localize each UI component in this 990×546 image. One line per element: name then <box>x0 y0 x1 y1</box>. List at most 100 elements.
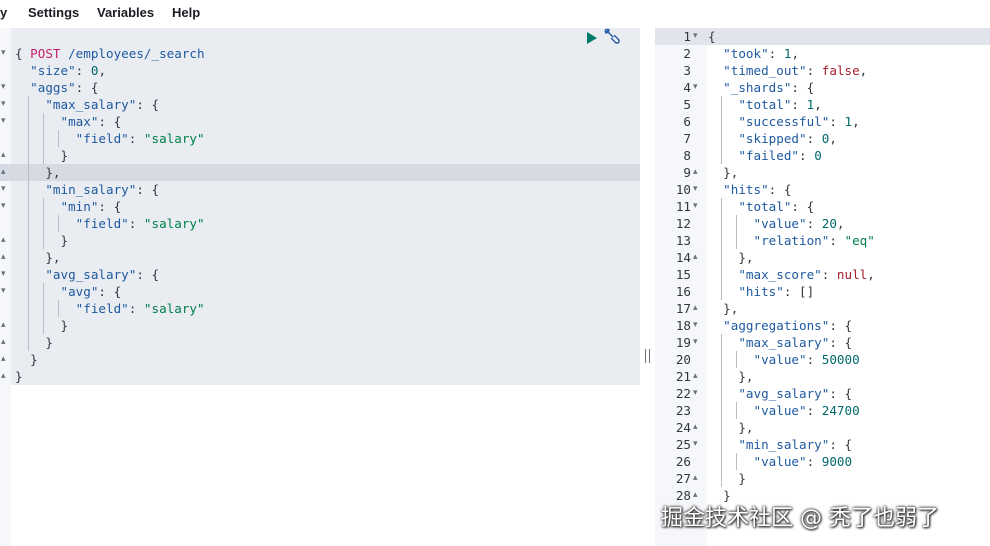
indent-guide <box>43 113 45 164</box>
fold-close-icon[interactable]: ▴ <box>1 164 10 181</box>
json-punct: : { <box>136 97 160 112</box>
json-punct: } <box>15 352 38 367</box>
json-punct <box>708 352 754 367</box>
splitter-handle[interactable] <box>645 349 650 363</box>
json-value: "salary" <box>143 131 205 146</box>
json-punct <box>15 114 61 129</box>
request-code-line: "min": { <box>15 198 122 215</box>
json-key: "avg" <box>60 284 99 299</box>
fold-close-icon[interactable]: ▴ <box>1 232 10 249</box>
indent-guide <box>27 96 29 351</box>
fold-open-icon[interactable]: ▾ <box>693 436 703 453</box>
fold-open-icon[interactable]: ▾ <box>1 113 10 130</box>
json-value: 20 <box>821 216 837 231</box>
request-path: /employees/_search <box>60 46 205 61</box>
fold-open-icon[interactable]: ▾ <box>1 79 10 96</box>
fold-close-icon[interactable]: ▴ <box>693 470 703 487</box>
json-key: "hits" <box>738 284 784 299</box>
fold-close-icon[interactable]: ▴ <box>1 334 10 351</box>
response-code-line: "min_salary": { <box>708 436 852 453</box>
response-code-line: "max_salary": { <box>708 334 852 351</box>
fold-open-icon[interactable]: ▾ <box>693 79 703 96</box>
response-code-line: "value": 20, <box>708 215 845 232</box>
json-punct <box>708 182 723 197</box>
watermark: 掘金技术社区 @ 秃了也弱了 <box>661 506 939 531</box>
json-key: "skipped" <box>738 131 807 146</box>
json-punct <box>15 284 61 299</box>
request-code-line: "avg_salary": { <box>15 266 159 283</box>
line-number: 5 <box>683 97 691 112</box>
wrench-icon[interactable] <box>604 28 621 45</box>
fold-open-icon[interactable]: ▾ <box>693 181 703 198</box>
fold-close-icon[interactable]: ▴ <box>693 419 703 436</box>
fold-open-icon[interactable]: ▾ <box>1 266 10 283</box>
request-code-line: } <box>15 368 23 385</box>
json-key: "avg_salary" <box>738 386 830 401</box>
request-code-line: } <box>15 334 53 351</box>
json-punct <box>708 267 738 282</box>
json-key: "hits" <box>723 182 769 197</box>
request-code-line: }, <box>15 164 61 181</box>
json-punct: : <box>799 148 815 163</box>
request-line[interactable]: POST /employees/_search <box>15 28 205 62</box>
json-punct: , <box>791 46 800 61</box>
fold-close-icon[interactable]: ▴ <box>1 147 10 164</box>
json-punct: : { <box>75 80 99 95</box>
json-punct: : { <box>829 437 853 452</box>
json-key: "value" <box>753 403 807 418</box>
fold-open-icon[interactable]: ▾ <box>1 96 10 113</box>
request-code-line: } <box>15 317 68 334</box>
menu-item-history[interactable]: y <box>0 5 7 20</box>
fold-close-icon[interactable]: ▴ <box>1 317 10 334</box>
play-icon[interactable] <box>586 30 600 44</box>
fold-close-icon[interactable]: ▴ <box>693 300 703 317</box>
json-punct: : { <box>136 182 160 197</box>
fold-open-icon[interactable]: ▾ <box>693 385 703 402</box>
line-number: 9 <box>683 165 691 180</box>
fold-open-icon[interactable]: ▾ <box>693 198 703 215</box>
line-number: 24 <box>675 420 691 435</box>
line-number: 27 <box>675 471 691 486</box>
response-code-line: "aggregations": { <box>708 317 852 334</box>
menu-item-variables[interactable]: Variables <box>97 5 154 20</box>
json-value: 24700 <box>821 403 860 418</box>
json-punct: } <box>15 369 23 384</box>
fold-open-icon[interactable]: ▾ <box>1 45 10 62</box>
json-punct: , <box>814 97 822 112</box>
fold-open-icon[interactable]: ▾ <box>1 283 10 300</box>
json-value: null <box>836 267 868 282</box>
json-punct: }, <box>15 165 61 180</box>
json-punct: } <box>708 471 746 486</box>
request-editor-empty-area[interactable] <box>11 385 640 546</box>
response-code-line: }, <box>708 164 738 181</box>
json-punct <box>708 114 738 129</box>
fold-open-icon[interactable]: ▾ <box>1 181 10 198</box>
fold-close-icon[interactable]: ▴ <box>693 368 703 385</box>
fold-close-icon[interactable]: ▴ <box>1 249 10 266</box>
menu-item-settings[interactable]: Settings <box>28 5 79 20</box>
json-punct: : <box>128 301 144 316</box>
json-punct: , <box>852 114 860 129</box>
fold-open-icon[interactable]: ▾ <box>693 317 703 334</box>
json-key: "total" <box>738 199 792 214</box>
indent-guide <box>736 351 738 368</box>
menu-item-help[interactable]: Help <box>172 5 200 20</box>
response-code-line: "avg_salary": { <box>708 385 852 402</box>
fold-open-icon[interactable]: ▾ <box>693 28 703 45</box>
fold-close-icon[interactable]: ▴ <box>693 164 703 181</box>
response-code-line: "total": 1, <box>708 96 822 113</box>
json-key: "size" <box>30 63 76 78</box>
fold-close-icon[interactable]: ▴ <box>1 368 10 385</box>
json-punct <box>708 131 738 146</box>
json-punct <box>708 233 754 248</box>
pane-splitter[interactable] <box>640 28 655 546</box>
line-number: 20 <box>675 352 691 367</box>
fold-close-icon[interactable]: ▴ <box>693 249 703 266</box>
fold-open-icon[interactable]: ▾ <box>1 198 10 215</box>
json-punct: } <box>15 318 69 333</box>
json-key: "max" <box>60 114 99 129</box>
fold-open-icon[interactable]: ▾ <box>693 334 703 351</box>
fold-close-icon[interactable]: ▴ <box>1 351 10 368</box>
json-punct: }, <box>708 250 754 265</box>
indent-guide <box>43 283 45 334</box>
